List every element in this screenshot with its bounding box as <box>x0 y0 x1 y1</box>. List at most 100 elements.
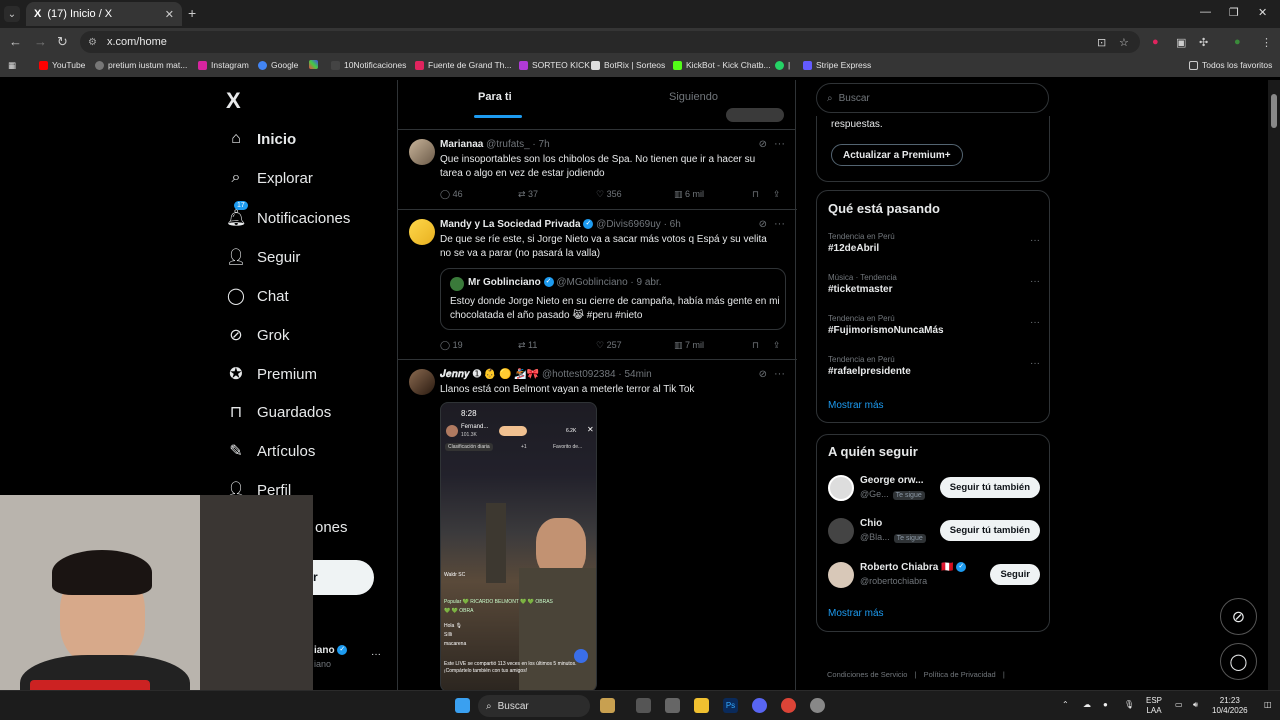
language-indicator[interactable]: ESP LAA <box>1146 696 1162 716</box>
bookmark-grand-theft[interactable]: Fuente de Grand Th... <box>415 60 511 70</box>
x-logo-icon[interactable]: X <box>226 88 241 114</box>
apps-icon[interactable]: ▦ <box>8 60 16 71</box>
follow-suggestion[interactable]: Roberto Chiabra 🇵🇪 ✓ @robertochiabra Seg… <box>828 562 1040 592</box>
nav-item-seguir[interactable]: 👤︎ Seguir <box>226 247 300 267</box>
file-explorer-icon[interactable] <box>694 698 709 713</box>
retweet-button[interactable]: ⇄ 11 <box>518 340 537 351</box>
tray-network-icon[interactable]: ▭ <box>1175 700 1183 710</box>
trend-item[interactable]: Tendencia en Perú #rafaelpresidente ··· <box>828 355 1040 377</box>
extension-red-icon[interactable]: ● <box>1152 36 1159 48</box>
extension-icon[interactable]: ▣ <box>1176 36 1186 49</box>
more-icon[interactable]: ··· <box>774 138 785 150</box>
messages-fab-icon[interactable]: ◯ <box>1220 643 1257 680</box>
bookmark-whatsapp[interactable]: | <box>775 60 790 70</box>
taskbar-search[interactable]: ⌕ Buscar <box>478 695 590 717</box>
bookmark-botrix[interactable]: BotRix | Sorteos <box>591 60 665 70</box>
nav-item-grok[interactable]: ⊘ Grok <box>226 325 289 345</box>
photoshop-icon[interactable]: Ps <box>723 698 738 713</box>
page-scrollbar[interactable] <box>1268 80 1280 694</box>
notification-center-icon[interactable]: ◫ <box>1264 700 1272 710</box>
install-icon[interactable]: ⊡ <box>1097 36 1106 49</box>
nav-item-explorar[interactable]: ⌕ Explorar <box>226 169 313 187</box>
site-info-icon[interactable]: ⚙ <box>88 37 97 48</box>
reply-button[interactable]: ◯ 19 <box>440 340 463 351</box>
show-more-trends-link[interactable]: Mostrar más <box>828 400 884 411</box>
views-button[interactable]: ▥ 6 mil <box>674 189 704 200</box>
reply-button[interactable]: ◯ 46 <box>440 189 463 200</box>
nav-item-notificaciones[interactable]: 🔔︎ 17 Notificaciones <box>226 201 350 228</box>
tab-search-button[interactable]: ⌄ <box>4 6 20 22</box>
nav-item-chat[interactable]: ◯ Chat <box>226 286 289 306</box>
tray-cloud-icon[interactable]: ☁ <box>1083 700 1091 710</box>
follow-back-button[interactable]: Seguir tú también <box>939 520 1040 541</box>
menu-kebab-icon[interactable]: ⋮ <box>1261 36 1272 49</box>
new-tab-button[interactable]: + <box>188 5 196 21</box>
task-view-icon[interactable] <box>636 698 651 713</box>
follow-suggestion[interactable]: Chio @Bla... Te sigue Seguir tú también <box>828 518 1040 548</box>
trend-item[interactable]: Tendencia en Perú #12deAbril ··· <box>828 232 1040 254</box>
app2-icon[interactable] <box>810 698 825 713</box>
search-input[interactable]: ⌕ Buscar <box>816 83 1049 113</box>
share-icon[interactable]: ⇪ <box>773 189 781 200</box>
close-window-icon[interactable]: ✕ <box>1258 6 1267 19</box>
nav-item-more-options[interactable]: ones <box>315 519 348 536</box>
quoted-tweet[interactable]: Mr Goblinciano ✓ @MGoblinciano · 9 abr. … <box>440 268 786 330</box>
terms-link[interactable]: Condiciones de Servicio <box>827 670 907 679</box>
bookmark-youtube[interactable]: YouTube <box>39 60 85 70</box>
bookmark-tweet-icon[interactable]: ⊓ <box>752 340 759 351</box>
browser-tab[interactable]: X (17) Inicio / X ✕ <box>26 2 182 26</box>
upgrade-premium-button[interactable]: Actualizar a Premium+ <box>831 144 963 166</box>
more-icon[interactable]: ··· <box>774 218 785 230</box>
avatar[interactable] <box>409 219 435 245</box>
privacy-link[interactable]: Política de Privacidad <box>924 670 996 679</box>
star-icon[interactable]: ☆ <box>1119 36 1129 49</box>
views-button[interactable]: ▥ 7 mil <box>674 340 704 351</box>
discord-icon[interactable] <box>752 698 767 713</box>
start-icon[interactable] <box>455 698 470 713</box>
tray-app-icon[interactable]: ● <box>1103 700 1108 710</box>
profile-avatar-icon[interactable]: ● <box>1234 36 1241 48</box>
puzzle-icon[interactable]: ✣ <box>1199 36 1208 49</box>
bookmark-sorteo-kick[interactable]: SORTEO KICK <box>519 60 590 70</box>
app-icon[interactable] <box>665 698 680 713</box>
nav-item-guardados[interactable]: ⊓ Guardados <box>226 402 331 422</box>
bookmark-10notificaciones[interactable]: 10Notificaciones <box>331 60 406 70</box>
show-posts-pill[interactable] <box>726 108 784 122</box>
bookmark-google[interactable]: Google <box>258 60 298 70</box>
bookmark-kickbot[interactable]: KickBot - Kick Chatb... <box>673 60 771 70</box>
bookmark-tweet-icon[interactable]: ⊓ <box>752 189 759 200</box>
account-more-icon[interactable]: ··· <box>371 649 381 660</box>
chrome-icon[interactable] <box>781 698 796 713</box>
restore-icon[interactable]: ❐ <box>1229 6 1239 19</box>
scrollbar-thumb[interactable] <box>1271 94 1277 128</box>
show-more-follows-link[interactable]: Mostrar más <box>828 608 884 619</box>
grok-icon[interactable]: ⊘ <box>759 139 767 150</box>
bookmark-colorful[interactable] <box>309 60 322 69</box>
like-button[interactable]: ♡ 356 <box>596 189 622 200</box>
retweet-button[interactable]: ⇄ 37 <box>518 189 538 200</box>
follow-back-button[interactable]: Seguir tú también <box>939 477 1040 498</box>
widget-icon[interactable] <box>600 698 615 713</box>
nav-item-inicio[interactable]: ⌂ Inicio <box>226 130 296 148</box>
tab-para-ti[interactable]: Para ti <box>478 91 512 103</box>
tab-close-icon[interactable]: ✕ <box>165 8 174 21</box>
tray-chevron-icon[interactable]: ⌃ <box>1062 700 1069 710</box>
all-bookmarks[interactable]: Todos los favoritos <box>1189 60 1272 70</box>
grok-icon[interactable]: ⊘ <box>759 369 767 380</box>
reload-icon[interactable]: ↻ <box>57 34 68 50</box>
grok-icon[interactable]: ⊘ <box>759 219 767 230</box>
nav-item-articulos[interactable]: ✎ Artículos <box>226 441 315 461</box>
nav-item-premium[interactable]: ✪ Premium <box>226 364 317 384</box>
share-icon[interactable]: ⇪ <box>773 340 781 351</box>
back-icon[interactable]: ← <box>9 34 22 49</box>
grok-fab-icon[interactable]: ⊘ <box>1220 598 1257 635</box>
bookmark-stripe[interactable]: Stripe Express <box>803 60 871 70</box>
like-button[interactable]: ♡ 257 <box>596 340 622 351</box>
tweet[interactable]: 𝑱𝒆𝒏𝒏𝒚 ➊ 👶 🟡 🏂🎀 @hottest092384 · 54min ⊘ … <box>398 360 797 694</box>
clock[interactable]: 21:23 10/4/2026 <box>1212 696 1248 716</box>
avatar[interactable] <box>409 139 435 165</box>
bookmark-pretium[interactable]: pretium iustum mat... <box>95 60 187 70</box>
minimize-icon[interactable]: — <box>1200 6 1211 18</box>
follow-button[interactable]: Seguir <box>990 564 1040 585</box>
trend-item[interactable]: Tendencia en Perú #FujimorismoNuncaMás ··· <box>828 314 1040 336</box>
